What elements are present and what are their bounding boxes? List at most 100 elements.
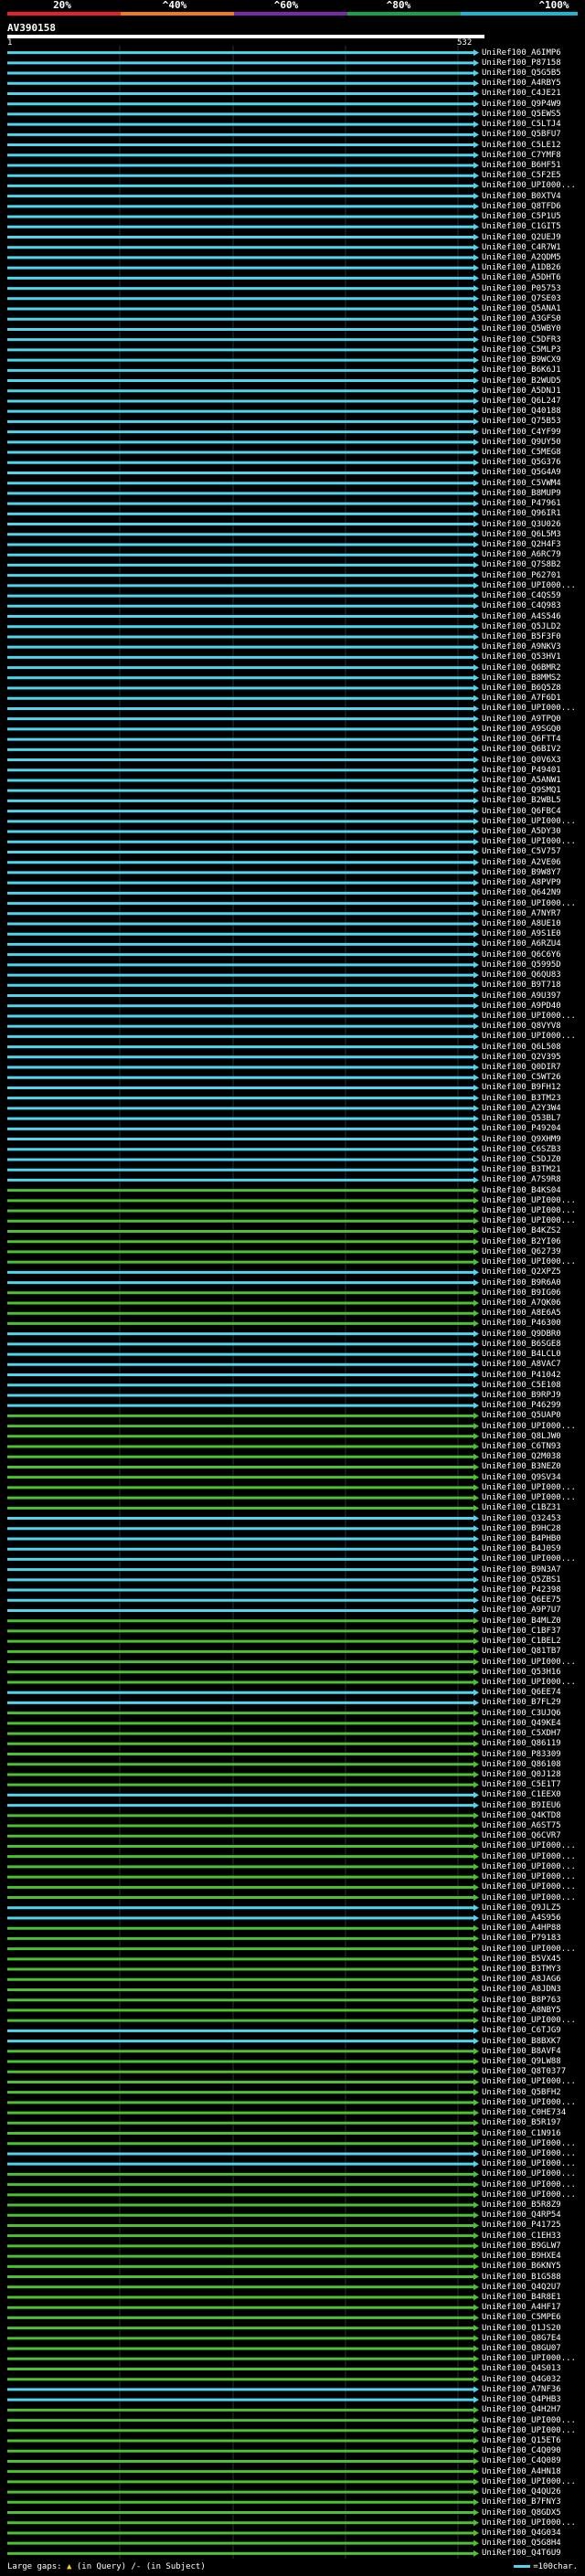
hit-label[interactable]: UniRef100_Q2H4F3 — [482, 540, 584, 549]
hit-label[interactable]: UniRef100_C5P1U5 — [482, 212, 584, 221]
hit-label[interactable]: UniRef100_Q5G376 — [482, 458, 584, 467]
hit-label[interactable]: UniRef100_Q53HV1 — [482, 652, 584, 662]
hit-label[interactable]: UniRef100_Q9DBR0 — [482, 1330, 584, 1339]
hit-label[interactable]: UniRef100_A4HP88 — [482, 1924, 584, 1933]
hit-label[interactable]: UniRef100_UPI000... — [482, 1483, 584, 1492]
hit-label[interactable]: UniRef100_B8MMS2 — [482, 673, 584, 683]
hit-label[interactable]: UniRef100_UPI000... — [482, 1216, 584, 1225]
hit-label[interactable]: UniRef100_A4HN18 — [482, 2467, 584, 2476]
hit-label[interactable]: UniRef100_B8BXK7 — [482, 2037, 584, 2046]
hit-label[interactable]: UniRef100_UPI000... — [482, 581, 584, 590]
hit-label[interactable]: UniRef100_Q9SMQ1 — [482, 786, 584, 795]
hit-label[interactable]: UniRef100_C0HE734 — [482, 2108, 584, 2117]
hit-label[interactable]: UniRef100_P46300 — [482, 1319, 584, 1328]
hit-label[interactable]: UniRef100_B9IG06 — [482, 1288, 584, 1298]
hit-label[interactable]: UniRef100_Q40188 — [482, 407, 584, 416]
hit-label[interactable]: UniRef100_B1G588 — [482, 2273, 584, 2282]
hit-label[interactable]: UniRef100_UPI000... — [482, 1032, 584, 1041]
hit-label[interactable]: UniRef100_UPI000... — [482, 2416, 584, 2425]
hit-label[interactable]: UniRef100_A8UE10 — [482, 919, 584, 928]
hit-label[interactable]: UniRef100_Q5UAP0 — [482, 1411, 584, 1420]
hit-label[interactable]: UniRef100_P79183 — [482, 1934, 584, 1943]
hit-label[interactable]: UniRef100_Q49KE4 — [482, 1719, 584, 1728]
hit-label[interactable]: UniRef100_C1BEL2 — [482, 1637, 584, 1646]
hit-label[interactable]: UniRef100_C7YMF8 — [482, 151, 584, 160]
hit-label[interactable]: UniRef100_Q7SE03 — [482, 294, 584, 303]
hit-label[interactable]: UniRef100_B6KNY5 — [482, 2262, 584, 2271]
hit-label[interactable]: UniRef100_A4S956 — [482, 1913, 584, 1923]
hit-label[interactable]: UniRef100_Q5WBY0 — [482, 324, 584, 334]
hit-label[interactable]: UniRef100_Q15ET6 — [482, 2436, 584, 2445]
hit-label[interactable]: UniRef100_P41042 — [482, 1371, 584, 1380]
hit-label[interactable]: UniRef100_Q62739 — [482, 1247, 584, 1256]
hit-label[interactable]: UniRef100_Q5BFU7 — [482, 130, 584, 139]
hit-label[interactable]: UniRef100_Q86119 — [482, 1739, 584, 1748]
hit-label[interactable]: UniRef100_Q3U026 — [482, 520, 584, 529]
hit-label[interactable]: UniRef100_A8JDN3 — [482, 1985, 584, 1994]
hit-label[interactable]: UniRef100_C5E1T7 — [482, 1780, 584, 1789]
hit-label[interactable]: UniRef100_Q86108 — [482, 1760, 584, 1769]
hit-label[interactable]: UniRef100_A7F6D1 — [482, 694, 584, 703]
hit-label[interactable]: UniRef100_B4J0S9 — [482, 1544, 584, 1553]
hit-label[interactable]: UniRef100_UPI000... — [482, 1257, 584, 1267]
hit-label[interactable]: UniRef100_Q5995D — [482, 960, 584, 970]
hit-label[interactable]: UniRef100_C5LE12 — [482, 141, 584, 150]
hit-label[interactable]: UniRef100_B4KS04 — [482, 1186, 584, 1195]
hit-label[interactable]: UniRef100_UPI000... — [482, 1893, 584, 1903]
hit-label[interactable]: UniRef100_C6TN93 — [482, 1442, 584, 1451]
hit-label[interactable]: UniRef100_Q4S013 — [482, 2364, 584, 2373]
hit-label[interactable]: UniRef100_Q4QU26 — [482, 2487, 584, 2496]
hit-label[interactable]: UniRef100_A9TPQ0 — [482, 715, 584, 724]
hit-label[interactable]: UniRef100_P49204 — [482, 1124, 584, 1133]
hit-label[interactable]: UniRef100_Q4KTD8 — [482, 1811, 584, 1820]
hit-label[interactable]: UniRef100_C1EEX0 — [482, 1790, 584, 1799]
hit-label[interactable]: UniRef100_C5VWM4 — [482, 479, 584, 488]
hit-label[interactable]: UniRef100_P47961 — [482, 499, 584, 508]
hit-label[interactable]: UniRef100_A2VE06 — [482, 858, 584, 867]
hit-label[interactable]: UniRef100_Q96IR1 — [482, 509, 584, 518]
hit-label[interactable]: UniRef100_C3UJQ6 — [482, 1709, 584, 1718]
hit-label[interactable]: UniRef100_A6IMP6 — [482, 48, 584, 58]
hit-label[interactable]: UniRef100_B4LCL0 — [482, 1350, 584, 1359]
hit-label[interactable]: UniRef100_B3TM23 — [482, 1094, 584, 1103]
hit-label[interactable]: UniRef100_B4R8E1 — [482, 2293, 584, 2302]
hit-label[interactable]: UniRef100_Q9LW88 — [482, 2057, 584, 2066]
hit-label[interactable]: UniRef100_Q6BIV2 — [482, 745, 584, 754]
hit-label[interactable]: UniRef100_B9W8Y7 — [482, 868, 584, 877]
hit-label[interactable]: UniRef100_Q5EWS5 — [482, 110, 584, 119]
hit-label[interactable]: UniRef100_C5DJZ0 — [482, 1155, 584, 1164]
hit-label[interactable]: UniRef100_Q4Q2U7 — [482, 2283, 584, 2292]
hit-label[interactable]: UniRef100_B6K6J1 — [482, 366, 584, 375]
hit-label[interactable]: UniRef100_P05753 — [482, 284, 584, 293]
hit-label[interactable]: UniRef100_UPI000... — [482, 2016, 584, 2025]
hit-label[interactable]: UniRef100_C1BF37 — [482, 1627, 584, 1636]
hit-label[interactable]: UniRef100_C4QS59 — [482, 591, 584, 600]
hit-label[interactable]: UniRef100_C1GIT5 — [482, 222, 584, 231]
hit-label[interactable]: UniRef100_C4YF99 — [482, 428, 584, 437]
hit-label[interactable]: UniRef100_A9P7U7 — [482, 1606, 584, 1615]
hit-label[interactable]: UniRef100_A8JAG6 — [482, 1975, 584, 1984]
hit-label[interactable]: UniRef100_C1BZ31 — [482, 1503, 584, 1512]
hit-label[interactable]: UniRef100_UPI000... — [482, 2180, 584, 2189]
hit-label[interactable]: UniRef100_UPI000... — [482, 1012, 584, 1021]
hit-label[interactable]: UniRef100_B4KZS2 — [482, 1226, 584, 1235]
hit-label[interactable]: UniRef100_P83309 — [482, 1750, 584, 1759]
hit-label[interactable]: UniRef100_Q5BFH2 — [482, 2088, 584, 2097]
hit-label[interactable]: UniRef100_UPI000... — [482, 2149, 584, 2158]
hit-label[interactable]: UniRef100_C5F2E5 — [482, 171, 584, 180]
hit-label[interactable]: UniRef100_UPI000... — [482, 1882, 584, 1892]
hit-label[interactable]: UniRef100_A8PVP9 — [482, 878, 584, 887]
hit-label[interactable]: UniRef100_UPI000... — [482, 1658, 584, 1667]
hit-label[interactable]: UniRef100_UPI000... — [482, 2159, 584, 2168]
hit-label[interactable]: UniRef100_B5F3F0 — [482, 632, 584, 641]
hit-label[interactable]: UniRef100_P49401 — [482, 766, 584, 775]
hit-label[interactable]: UniRef100_A8E6A5 — [482, 1309, 584, 1318]
hit-label[interactable]: UniRef100_A7NF36 — [482, 2385, 584, 2394]
hit-label[interactable]: UniRef100_C4R7W1 — [482, 243, 584, 252]
hit-label[interactable]: UniRef100_UPI000... — [482, 1841, 584, 1850]
hit-label[interactable]: UniRef100_UPI000... — [482, 2190, 584, 2200]
hit-label[interactable]: UniRef100_UPI000... — [482, 2354, 584, 2363]
hit-label[interactable]: UniRef100_P42398 — [482, 1585, 584, 1595]
hit-label[interactable]: UniRef100_UPI000... — [482, 899, 584, 908]
hit-label[interactable]: UniRef100_Q8VYV8 — [482, 1022, 584, 1031]
